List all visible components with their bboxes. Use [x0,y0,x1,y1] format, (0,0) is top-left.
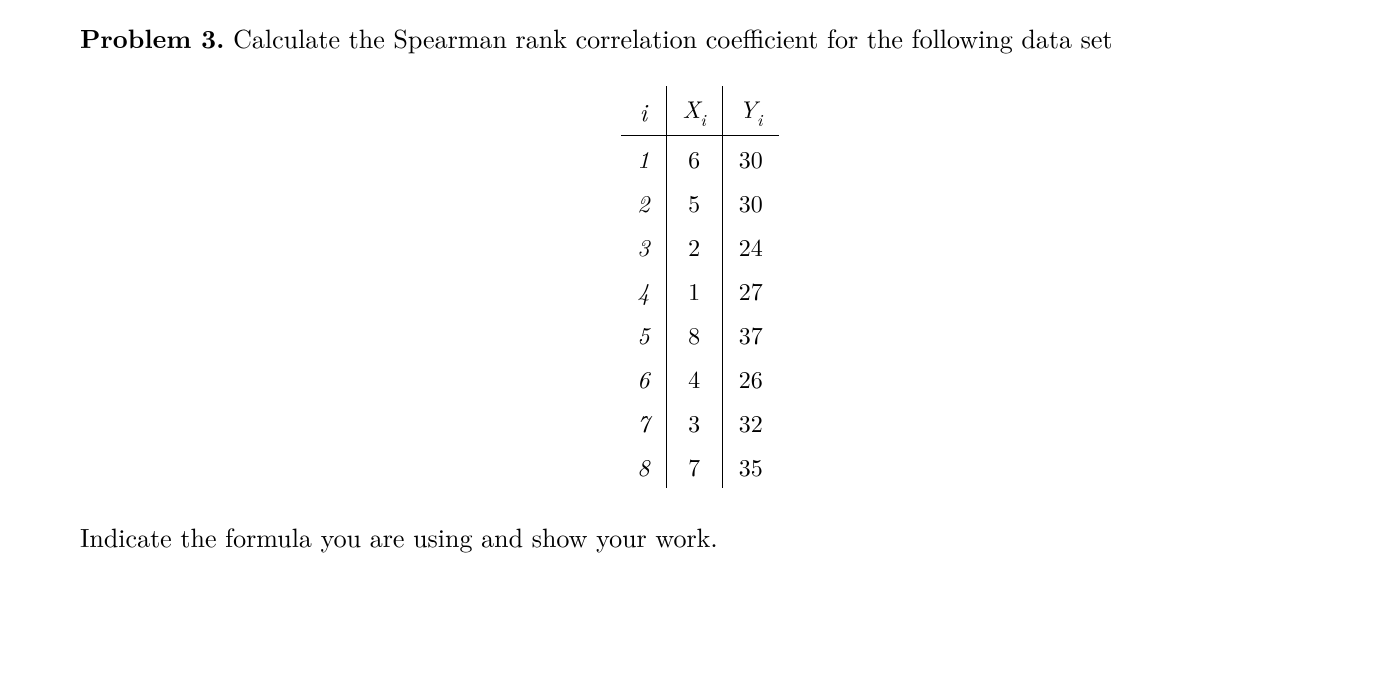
table-row: 4 1 27 [621,268,778,312]
cell-y: 32 [722,400,779,444]
cell-y: 26 [722,356,779,400]
cell-y: 30 [722,180,779,224]
cell-i: 7 [621,400,666,444]
page-content: Problem 3. Calculate the Spearman rank c… [0,0,1400,555]
cell-x: 6 [666,136,722,181]
header-x: Xi [666,86,722,135]
header-x-base: X [683,91,701,125]
cell-x: 1 [666,268,722,312]
table-row: 6 4 26 [621,356,778,400]
table-row: 8 7 35 [621,444,778,488]
header-x-sub: i [700,108,705,132]
table-row: 7 3 32 [621,400,778,444]
cell-i: 6 [621,356,666,400]
problem-text: Calculate the Spearman rank correlation … [224,19,1112,56]
header-y-base: Y [739,91,757,125]
instruction-text: Indicate the formula you are using and s… [80,518,1320,555]
header-i: i [621,86,666,135]
header-y-sub: i [757,108,762,132]
cell-x: 3 [666,400,722,444]
cell-x: 5 [666,180,722,224]
cell-y: 24 [722,224,779,268]
cell-i: 4 [621,268,666,312]
cell-i: 3 [621,224,666,268]
table-row: 2 5 30 [621,180,778,224]
cell-i: 2 [621,180,666,224]
cell-y: 37 [722,312,779,356]
cell-x: 2 [666,224,722,268]
problem-statement: Problem 3. Calculate the Spearman rank c… [80,20,1320,56]
table-row: 1 6 30 [621,136,778,181]
data-table: i Xi Yi 1 6 30 2 5 30 3 2 [621,86,778,488]
cell-i: 5 [621,312,666,356]
cell-i: 1 [621,136,666,181]
cell-i: 8 [621,444,666,488]
cell-x: 8 [666,312,722,356]
problem-label: Problem 3. [80,19,224,56]
table-row: 3 2 24 [621,224,778,268]
cell-y: 30 [722,136,779,181]
cell-y: 35 [722,444,779,488]
table-header-row: i Xi Yi [621,86,778,135]
cell-y: 27 [722,268,779,312]
cell-x: 4 [666,356,722,400]
cell-x: 7 [666,444,722,488]
header-y: Yi [722,86,779,135]
table-row: 5 8 37 [621,312,778,356]
